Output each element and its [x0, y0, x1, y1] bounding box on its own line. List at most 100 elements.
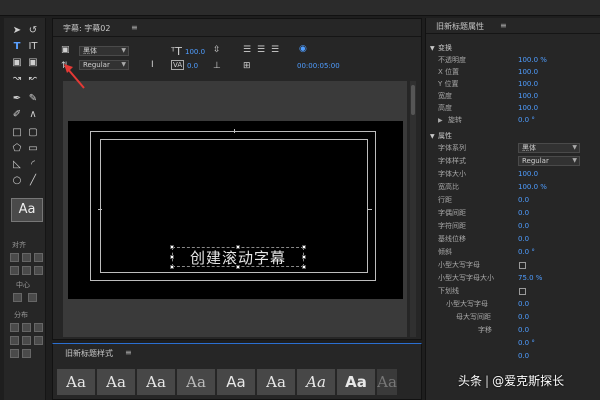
property-row[interactable]: Y 位置 100.0: [426, 79, 600, 90]
resize-handle-br[interactable]: [302, 265, 306, 269]
underline-checkbox[interactable]: [519, 288, 526, 295]
property-row[interactable]: X 位置 100.0: [426, 67, 600, 78]
property-row[interactable]: 字移 0.0: [426, 325, 600, 336]
canvas-scrollbar[interactable]: [410, 81, 416, 337]
vertical-area-type-tool-icon[interactable]: ▣: [26, 56, 40, 70]
property-row[interactable]: 字符间距 0.0: [426, 221, 600, 232]
type-tool-icon[interactable]: T: [10, 40, 24, 54]
property-row[interactable]: 基线位移 0.0: [426, 234, 600, 245]
property-row[interactable]: 下划线: [426, 286, 600, 297]
current-style-swatch[interactable]: Aa: [11, 198, 43, 222]
align-center-icon[interactable]: [22, 253, 31, 262]
style-swatch[interactable]: Aa: [137, 369, 175, 395]
video-frame[interactable]: 创建滚动字幕: [68, 121, 403, 299]
convert-anchor-tool-icon[interactable]: ∧: [26, 108, 40, 122]
distribute-even-v-icon[interactable]: [22, 349, 31, 358]
pen-tool-icon[interactable]: ✒: [10, 92, 24, 106]
rounded-corner-tool-icon[interactable]: ▭: [26, 142, 40, 156]
style-swatch[interactable]: Aa: [337, 369, 375, 395]
vertical-path-type-tool-icon[interactable]: ↜: [26, 72, 40, 86]
property-row[interactable]: 字体样式 Regular ▼: [426, 156, 600, 167]
wedge-tool-icon[interactable]: ◺: [10, 158, 24, 172]
small-caps-checkbox[interactable]: [519, 262, 526, 269]
font-style-select[interactable]: Regular ▼: [518, 156, 580, 166]
distribute-right-icon[interactable]: [34, 323, 43, 332]
font-family-dropdown[interactable]: 黑体 ▼: [79, 46, 129, 56]
path-type-tool-icon[interactable]: ↝: [10, 72, 24, 86]
style-swatch[interactable]: Aa: [257, 369, 295, 395]
distribute-left-icon[interactable]: [10, 323, 19, 332]
property-row[interactable]: ▶ 旋转 0.0 °: [426, 115, 600, 126]
property-row[interactable]: 小型大写字母 0.0: [426, 299, 600, 310]
property-row[interactable]: 倾斜 0.0 °: [426, 247, 600, 258]
arc-tool-icon[interactable]: ◜: [26, 158, 40, 172]
scrollbar-thumb[interactable]: [411, 85, 415, 115]
property-row[interactable]: 0.0: [426, 351, 600, 362]
rounded-rectangle-tool-icon[interactable]: ▢: [26, 126, 40, 140]
resize-handle-bl[interactable]: [170, 265, 174, 269]
add-anchor-tool-icon[interactable]: ✎: [26, 92, 40, 106]
align-left-text-icon[interactable]: ☰: [243, 45, 251, 55]
clipped-corner-tool-icon[interactable]: ⬠: [10, 142, 24, 156]
font-family-select[interactable]: 黑体 ▼: [518, 143, 580, 153]
transform-section[interactable]: ▼ 变换: [426, 43, 600, 54]
property-row[interactable]: 小型大写字母: [426, 260, 600, 271]
panel-menu-icon[interactable]: ≡: [131, 23, 138, 32]
resize-handle-tl[interactable]: [170, 245, 174, 249]
align-bottom-icon[interactable]: [34, 266, 43, 275]
style-swatch[interactable]: Aa: [97, 369, 135, 395]
property-row[interactable]: 宽高比 100.0 %: [426, 182, 600, 193]
property-row[interactable]: 字偶间距 0.0: [426, 208, 600, 219]
rectangle-tool-icon[interactable]: □: [10, 126, 24, 140]
style-swatch[interactable]: Aa: [377, 369, 397, 395]
distribute-bottom-icon[interactable]: [34, 336, 43, 345]
align-left-icon[interactable]: [10, 253, 19, 262]
property-row[interactable]: 字体系列 黑体 ▼: [426, 143, 600, 154]
tab-stops-icon[interactable]: Ⅰ: [151, 60, 154, 70]
center-vertical-icon[interactable]: [28, 293, 37, 302]
caption-text-box[interactable]: 创建滚动字幕: [172, 247, 304, 267]
vertical-type-tool-icon[interactable]: ⅠT: [26, 40, 40, 54]
area-type-tool-icon[interactable]: ▣: [10, 56, 24, 70]
line-tool-icon[interactable]: ╱: [26, 174, 40, 188]
distribute-even-h-icon[interactable]: [10, 336, 19, 345]
selection-tool-icon[interactable]: ➤: [10, 24, 24, 38]
resize-handle-ml[interactable]: [170, 255, 174, 259]
rotate-tool-icon[interactable]: ↺: [26, 24, 40, 38]
new-title-icon[interactable]: ▣: [61, 45, 70, 55]
center-horizontal-icon[interactable]: [13, 293, 22, 302]
align-middle-icon[interactable]: [22, 266, 31, 275]
property-row[interactable]: 字体大小 100.0: [426, 169, 600, 180]
resize-handle-mr[interactable]: [302, 255, 306, 259]
kerning-value[interactable]: 0.0: [187, 62, 198, 70]
property-row[interactable]: 0.0 °: [426, 338, 600, 349]
distribute-top-icon[interactable]: [22, 336, 31, 345]
style-swatch[interactable]: Aa: [297, 369, 335, 395]
align-right-icon[interactable]: [34, 253, 43, 262]
resize-handle-tc[interactable]: [236, 245, 240, 249]
property-row[interactable]: 行距 0.0: [426, 195, 600, 206]
property-row[interactable]: 母大写间距 0.0: [426, 312, 600, 323]
resize-handle-tr[interactable]: [302, 245, 306, 249]
style-swatch[interactable]: Aa: [177, 369, 215, 395]
font-style-dropdown[interactable]: Regular ▼: [79, 60, 129, 70]
property-row[interactable]: 不透明度 100.0 %: [426, 55, 600, 66]
ellipse-tool-icon[interactable]: ○: [10, 174, 24, 188]
font-size-value[interactable]: 100.0: [185, 48, 205, 56]
resize-handle-bc[interactable]: [236, 265, 240, 269]
distribute-middle-icon[interactable]: [10, 349, 19, 358]
distribute-center-icon[interactable]: [22, 323, 31, 332]
style-swatch[interactable]: Aa: [217, 369, 255, 395]
style-swatch[interactable]: Aa: [57, 369, 95, 395]
delete-anchor-tool-icon[interactable]: ✐: [10, 108, 24, 122]
timecode[interactable]: 00:00:05:00: [297, 62, 340, 70]
property-row[interactable]: 小型大写字母大小 75.0 %: [426, 273, 600, 284]
align-center-text-icon[interactable]: ☰: [257, 45, 265, 55]
panel-menu-icon[interactable]: ≡: [125, 348, 132, 357]
panel-menu-icon[interactable]: ≡: [500, 21, 507, 30]
property-row[interactable]: 宽度 100.0: [426, 91, 600, 102]
align-top-icon[interactable]: [10, 266, 19, 275]
attributes-section[interactable]: ▼ 属性: [426, 131, 600, 142]
show-background-video-icon[interactable]: ◉: [299, 44, 307, 54]
tab-align-icon[interactable]: ⊞: [243, 61, 251, 71]
